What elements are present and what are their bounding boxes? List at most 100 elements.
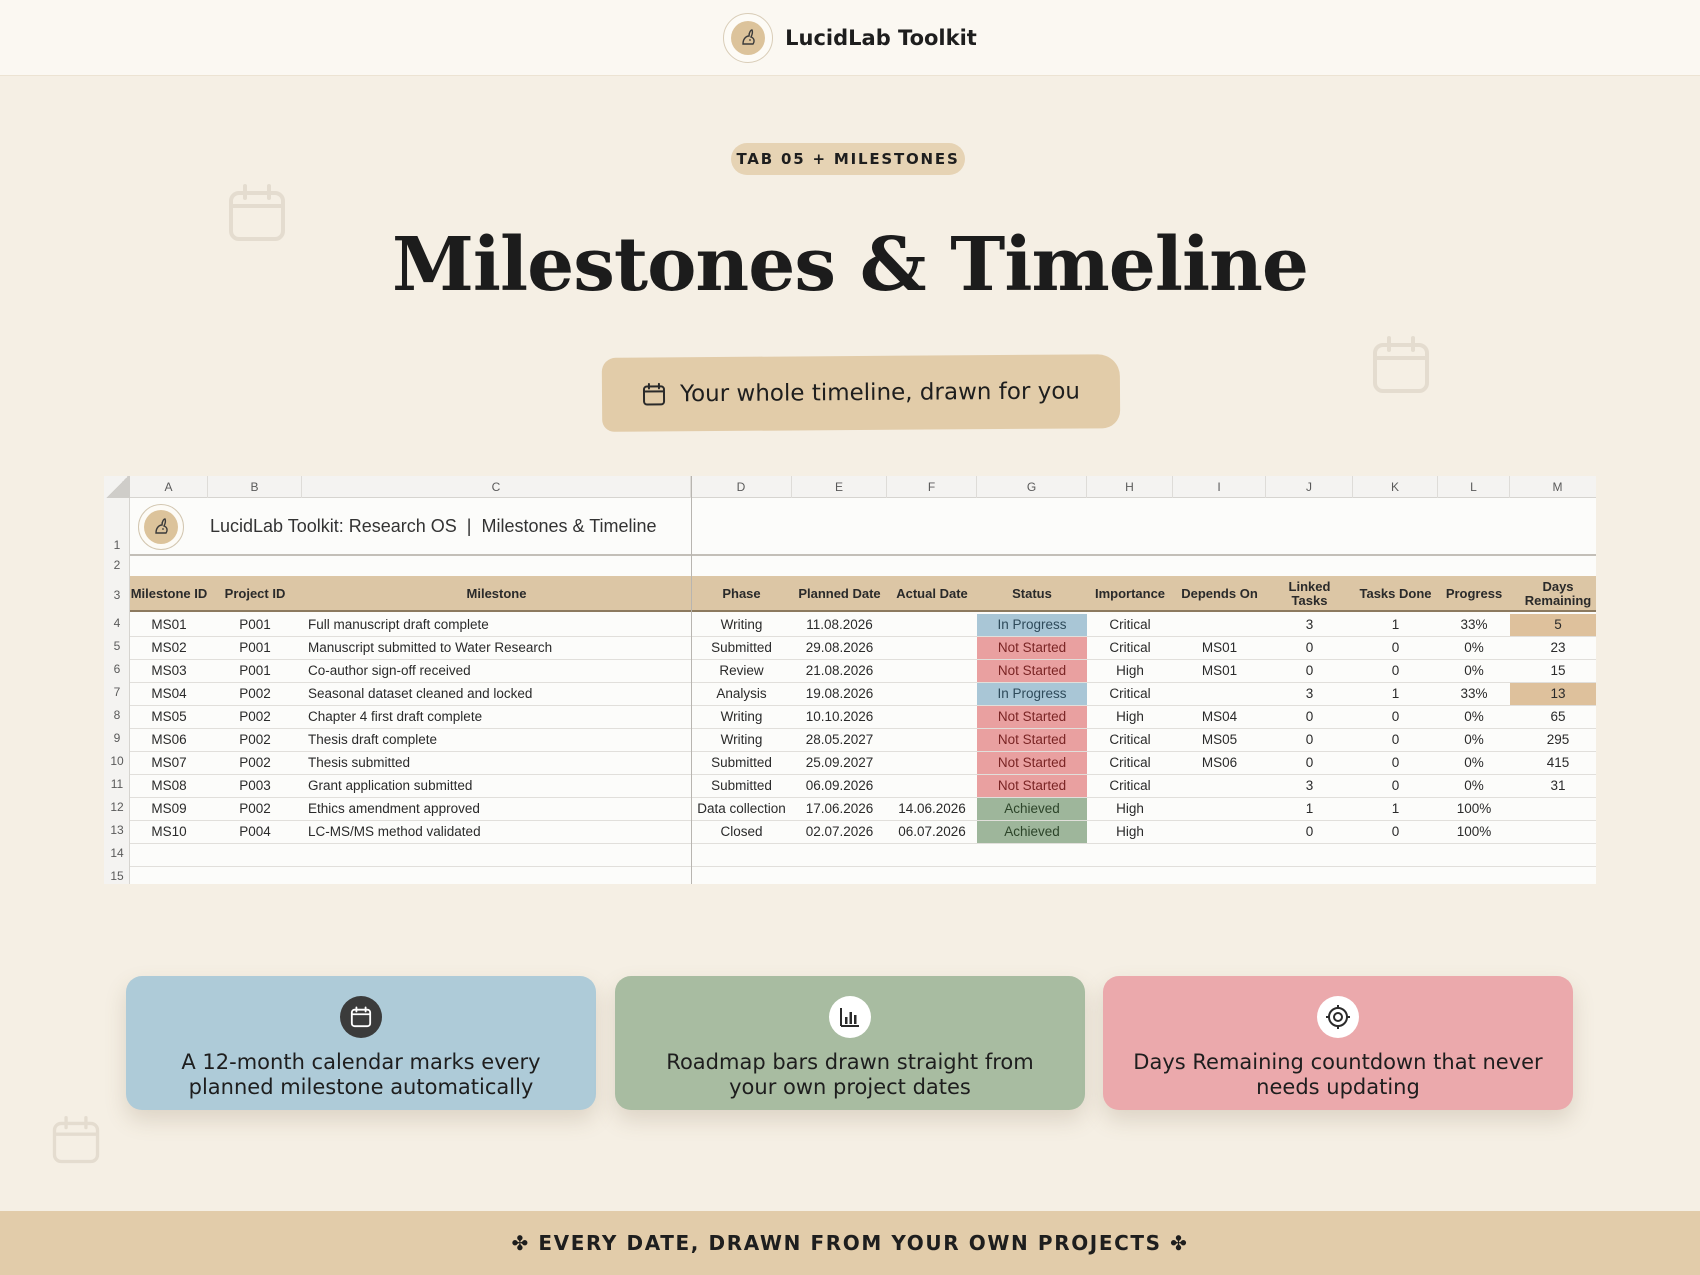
table-cell[interactable]: 06.07.2026 (887, 821, 977, 843)
row-number[interactable]: 6 (104, 662, 130, 676)
table-cell[interactable]: MS06 (130, 729, 208, 751)
table-cell[interactable]: 1 (1353, 614, 1438, 636)
table-cell[interactable]: Data collection (691, 798, 792, 820)
column-letter[interactable]: I (1173, 476, 1266, 498)
table-cell[interactable]: 0 (1353, 752, 1438, 774)
table-cell[interactable]: P001 (208, 614, 302, 636)
table-cell[interactable]: 02.07.2026 (792, 821, 887, 843)
table-cell[interactable]: Submitted (691, 752, 792, 774)
table-cell[interactable] (887, 775, 977, 797)
table-cell[interactable]: 0% (1438, 752, 1510, 774)
column-letter[interactable]: C (302, 476, 691, 498)
row-number[interactable]: 11 (104, 777, 130, 791)
row-number[interactable]: 14 (104, 846, 130, 860)
status-badge[interactable]: Not Started (977, 729, 1087, 751)
status-badge[interactable]: In Progress (977, 614, 1087, 636)
table-cell[interactable]: 415 (1510, 752, 1596, 774)
table-cell[interactable]: 23 (1510, 637, 1596, 659)
status-badge[interactable]: Not Started (977, 752, 1087, 774)
table-cell[interactable]: 33% (1438, 614, 1510, 636)
row-number[interactable]: 2 (104, 558, 130, 572)
row-number[interactable]: 15 (104, 869, 130, 883)
table-cell[interactable]: Writing (691, 614, 792, 636)
table-cell[interactable]: Critical (1087, 683, 1173, 705)
empty-row[interactable] (130, 844, 1596, 867)
table-cell[interactable]: 1 (1266, 798, 1353, 820)
table-row[interactable]: MS06 P002 Thesis draft complete Writing 28.0… (130, 729, 1596, 752)
table-cell[interactable]: Ethics amendment approved (302, 798, 691, 820)
table-cell[interactable]: High (1087, 821, 1173, 843)
row-number[interactable]: 3 (104, 588, 130, 602)
status-badge[interactable]: In Progress (977, 683, 1087, 705)
table-cell[interactable]: LC-MS/MS method validated (302, 821, 691, 843)
table-cell[interactable]: 0 (1353, 637, 1438, 659)
table-cell[interactable]: 0 (1353, 775, 1438, 797)
table-cell[interactable]: 5 (1510, 614, 1596, 636)
table-cell[interactable]: 28.05.2027 (792, 729, 887, 751)
row-number[interactable]: 7 (104, 685, 130, 699)
table-cell[interactable]: 15 (1510, 660, 1596, 682)
table-cell[interactable]: MS01 (130, 614, 208, 636)
column-letter[interactable]: M (1510, 476, 1596, 498)
table-row[interactable]: MS01 P001 Full manuscript draft complete Wr… (130, 614, 1596, 637)
row-number[interactable]: 12 (104, 800, 130, 814)
table-cell[interactable]: Critical (1087, 614, 1173, 636)
table-cell[interactable] (1173, 798, 1266, 820)
table-cell[interactable]: 0 (1266, 637, 1353, 659)
table-cell[interactable]: MS04 (1173, 706, 1266, 728)
row-number[interactable]: 10 (104, 754, 130, 768)
table-cell[interactable]: 3 (1266, 775, 1353, 797)
table-cell[interactable]: Critical (1087, 775, 1173, 797)
table-cell[interactable]: P002 (208, 729, 302, 751)
table-cell[interactable]: 295 (1510, 729, 1596, 751)
table-cell[interactable] (887, 660, 977, 682)
table-cell[interactable] (1510, 798, 1596, 820)
table-cell[interactable]: 0% (1438, 775, 1510, 797)
table-cell[interactable]: P002 (208, 683, 302, 705)
table-cell[interactable]: 13 (1510, 683, 1596, 705)
row-number[interactable]: 5 (104, 639, 130, 653)
column-letter[interactable]: D (691, 476, 792, 498)
table-cell[interactable]: 65 (1510, 706, 1596, 728)
table-cell[interactable]: Writing (691, 729, 792, 751)
table-cell[interactable]: High (1087, 706, 1173, 728)
table-cell[interactable]: 06.09.2026 (792, 775, 887, 797)
table-row[interactable]: MS09 P002 Ethics amendment approved Data co… (130, 798, 1596, 821)
table-cell[interactable]: MS06 (1173, 752, 1266, 774)
table-cell[interactable]: 19.08.2026 (792, 683, 887, 705)
table-cell[interactable]: P001 (208, 637, 302, 659)
table-cell[interactable] (1173, 683, 1266, 705)
table-cell[interactable]: Critical (1087, 637, 1173, 659)
table-cell[interactable]: MS05 (130, 706, 208, 728)
row-number[interactable]: 8 (104, 708, 130, 722)
table-row[interactable]: MS02 P001 Manuscript submitted to Water Re… (130, 637, 1596, 660)
row-number[interactable]: 9 (104, 731, 130, 745)
table-cell[interactable]: Submitted (691, 637, 792, 659)
status-badge[interactable]: Not Started (977, 775, 1087, 797)
table-cell[interactable] (887, 706, 977, 728)
table-cell[interactable]: Full manuscript draft complete (302, 614, 691, 636)
row-number[interactable]: 1 (104, 538, 130, 552)
table-cell[interactable]: 0 (1266, 729, 1353, 751)
table-cell[interactable]: Critical (1087, 752, 1173, 774)
table-row[interactable]: MS04 P002 Seasonal dataset cleaned and loc… (130, 683, 1596, 706)
milestones-spreadsheet[interactable]: ABCDEFGHIJKLMN 123456789101112131415 Luc… (104, 476, 1596, 884)
table-row[interactable]: MS08 P003 Grant application submitted Submi… (130, 775, 1596, 798)
table-cell[interactable] (887, 752, 977, 774)
table-cell[interactable] (887, 683, 977, 705)
table-cell[interactable]: P002 (208, 752, 302, 774)
table-cell[interactable]: MS03 (130, 660, 208, 682)
table-cell[interactable]: 31 (1510, 775, 1596, 797)
column-letter[interactable]: J (1266, 476, 1353, 498)
freeze-pane-divider[interactable] (691, 476, 692, 884)
table-cell[interactable]: 14.06.2026 (887, 798, 977, 820)
table-cell[interactable]: 0% (1438, 660, 1510, 682)
table-row[interactable]: MS05 P002 Chapter 4 first draft complete Wr… (130, 706, 1596, 729)
table-cell[interactable] (1510, 821, 1596, 843)
table-cell[interactable]: Seasonal dataset cleaned and locked (302, 683, 691, 705)
table-row[interactable]: MS07 P002 Thesis submitted Submitted 25.09.2… (130, 752, 1596, 775)
table-cell[interactable]: Thesis draft complete (302, 729, 691, 751)
table-cell[interactable]: 33% (1438, 683, 1510, 705)
column-letter[interactable]: G (977, 476, 1087, 498)
table-cell[interactable] (1173, 775, 1266, 797)
